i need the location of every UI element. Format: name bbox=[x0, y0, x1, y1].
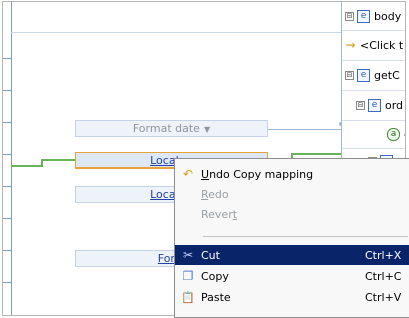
tree-item-label: <Click t bbox=[360, 38, 404, 52]
tree-divider bbox=[342, 30, 405, 31]
menu-item-label: Cut bbox=[201, 248, 220, 262]
tree-item-attribute[interactable]: a c bbox=[387, 125, 405, 143]
tree-divider bbox=[342, 148, 405, 149]
tree-item-ord[interactable]: ⊟ e ord bbox=[356, 96, 403, 114]
menu-item-label: Revert bbox=[201, 207, 238, 221]
tree-item-body[interactable]: ⊟ e body bbox=[345, 7, 401, 25]
connector-line bbox=[41, 159, 75, 161]
menu-separator bbox=[203, 236, 408, 237]
menu-item-label: Copy bbox=[201, 269, 229, 283]
tree-item-label: c bbox=[404, 128, 405, 141]
tree-item-label: ord bbox=[385, 98, 404, 112]
tree-divider bbox=[342, 120, 405, 121]
source-row-divider bbox=[3, 218, 11, 219]
transform-label: Format date bbox=[132, 122, 200, 135]
menu-item-redo[interactable]: Redo bbox=[175, 184, 409, 204]
menu-item-copy[interactable]: ❐ Copy Ctrl+C bbox=[175, 266, 409, 286]
target-tree: ⊟ e body ⇝ <Click t ⊟ e getC ⊟ e ord a c… bbox=[341, 2, 405, 172]
menu-item-shortcut: Ctrl+X bbox=[365, 248, 402, 262]
attribute-icon: a bbox=[387, 127, 400, 141]
connector-line bbox=[291, 153, 341, 155]
collapse-icon[interactable]: ⊟ bbox=[356, 100, 365, 110]
element-icon: e bbox=[357, 68, 370, 82]
tree-divider bbox=[342, 60, 405, 61]
element-icon: e bbox=[357, 9, 370, 23]
menu-item-label: Undo Copy mapping bbox=[201, 167, 314, 181]
menu-item-shortcut: Ctrl+C bbox=[365, 269, 402, 283]
tree-item-label: body bbox=[374, 9, 402, 23]
tree-divider bbox=[342, 90, 405, 91]
menu-item-label: Redo bbox=[201, 187, 229, 201]
menu-item-paste[interactable]: 📋 Paste Ctrl+V bbox=[175, 287, 409, 307]
source-row-divider bbox=[3, 154, 11, 155]
menu-item-shortcut: Ctrl+V bbox=[365, 290, 402, 304]
menu-item-revert[interactable]: Revert bbox=[175, 204, 409, 224]
connector-line bbox=[11, 165, 41, 167]
canvas-divider bbox=[11, 32, 341, 33]
context-menu: ↶ Undo Copy mapping Redo Revert ✂ Cut Ct… bbox=[174, 158, 409, 318]
element-icon: e bbox=[368, 98, 381, 112]
tree-item-click[interactable]: ⇝ <Click t bbox=[345, 36, 403, 54]
tree-item-getc[interactable]: ⊟ e getC bbox=[345, 66, 400, 84]
menu-item-undo[interactable]: ↶ Undo Copy mapping bbox=[175, 164, 409, 184]
source-row-divider bbox=[3, 282, 11, 283]
dropdown-arrow-icon[interactable]: ▼ bbox=[204, 125, 210, 134]
collapse-icon[interactable]: ⊟ bbox=[345, 70, 354, 80]
insert-arrow-icon: ⇝ bbox=[345, 37, 356, 52]
source-row-divider bbox=[3, 122, 11, 123]
menu-item-cut[interactable]: ✂ Cut Ctrl+X bbox=[175, 245, 409, 265]
undo-icon: ↶ bbox=[182, 167, 194, 181]
paste-icon: 📋 bbox=[181, 290, 195, 304]
tree-item-label: getC bbox=[374, 68, 400, 82]
menu-item-label: Paste bbox=[201, 290, 231, 304]
source-row-divider bbox=[3, 250, 11, 251]
connector-line bbox=[267, 129, 341, 130]
source-column bbox=[3, 2, 12, 315]
collapse-icon[interactable]: ⊟ bbox=[345, 11, 354, 21]
copy-icon: ❐ bbox=[182, 269, 194, 283]
source-row-divider bbox=[3, 90, 11, 91]
cut-icon: ✂ bbox=[182, 248, 194, 262]
source-row-divider bbox=[3, 58, 11, 59]
transform-format-date[interactable]: Format date ▼ bbox=[75, 120, 268, 137]
source-row-divider bbox=[3, 186, 11, 187]
